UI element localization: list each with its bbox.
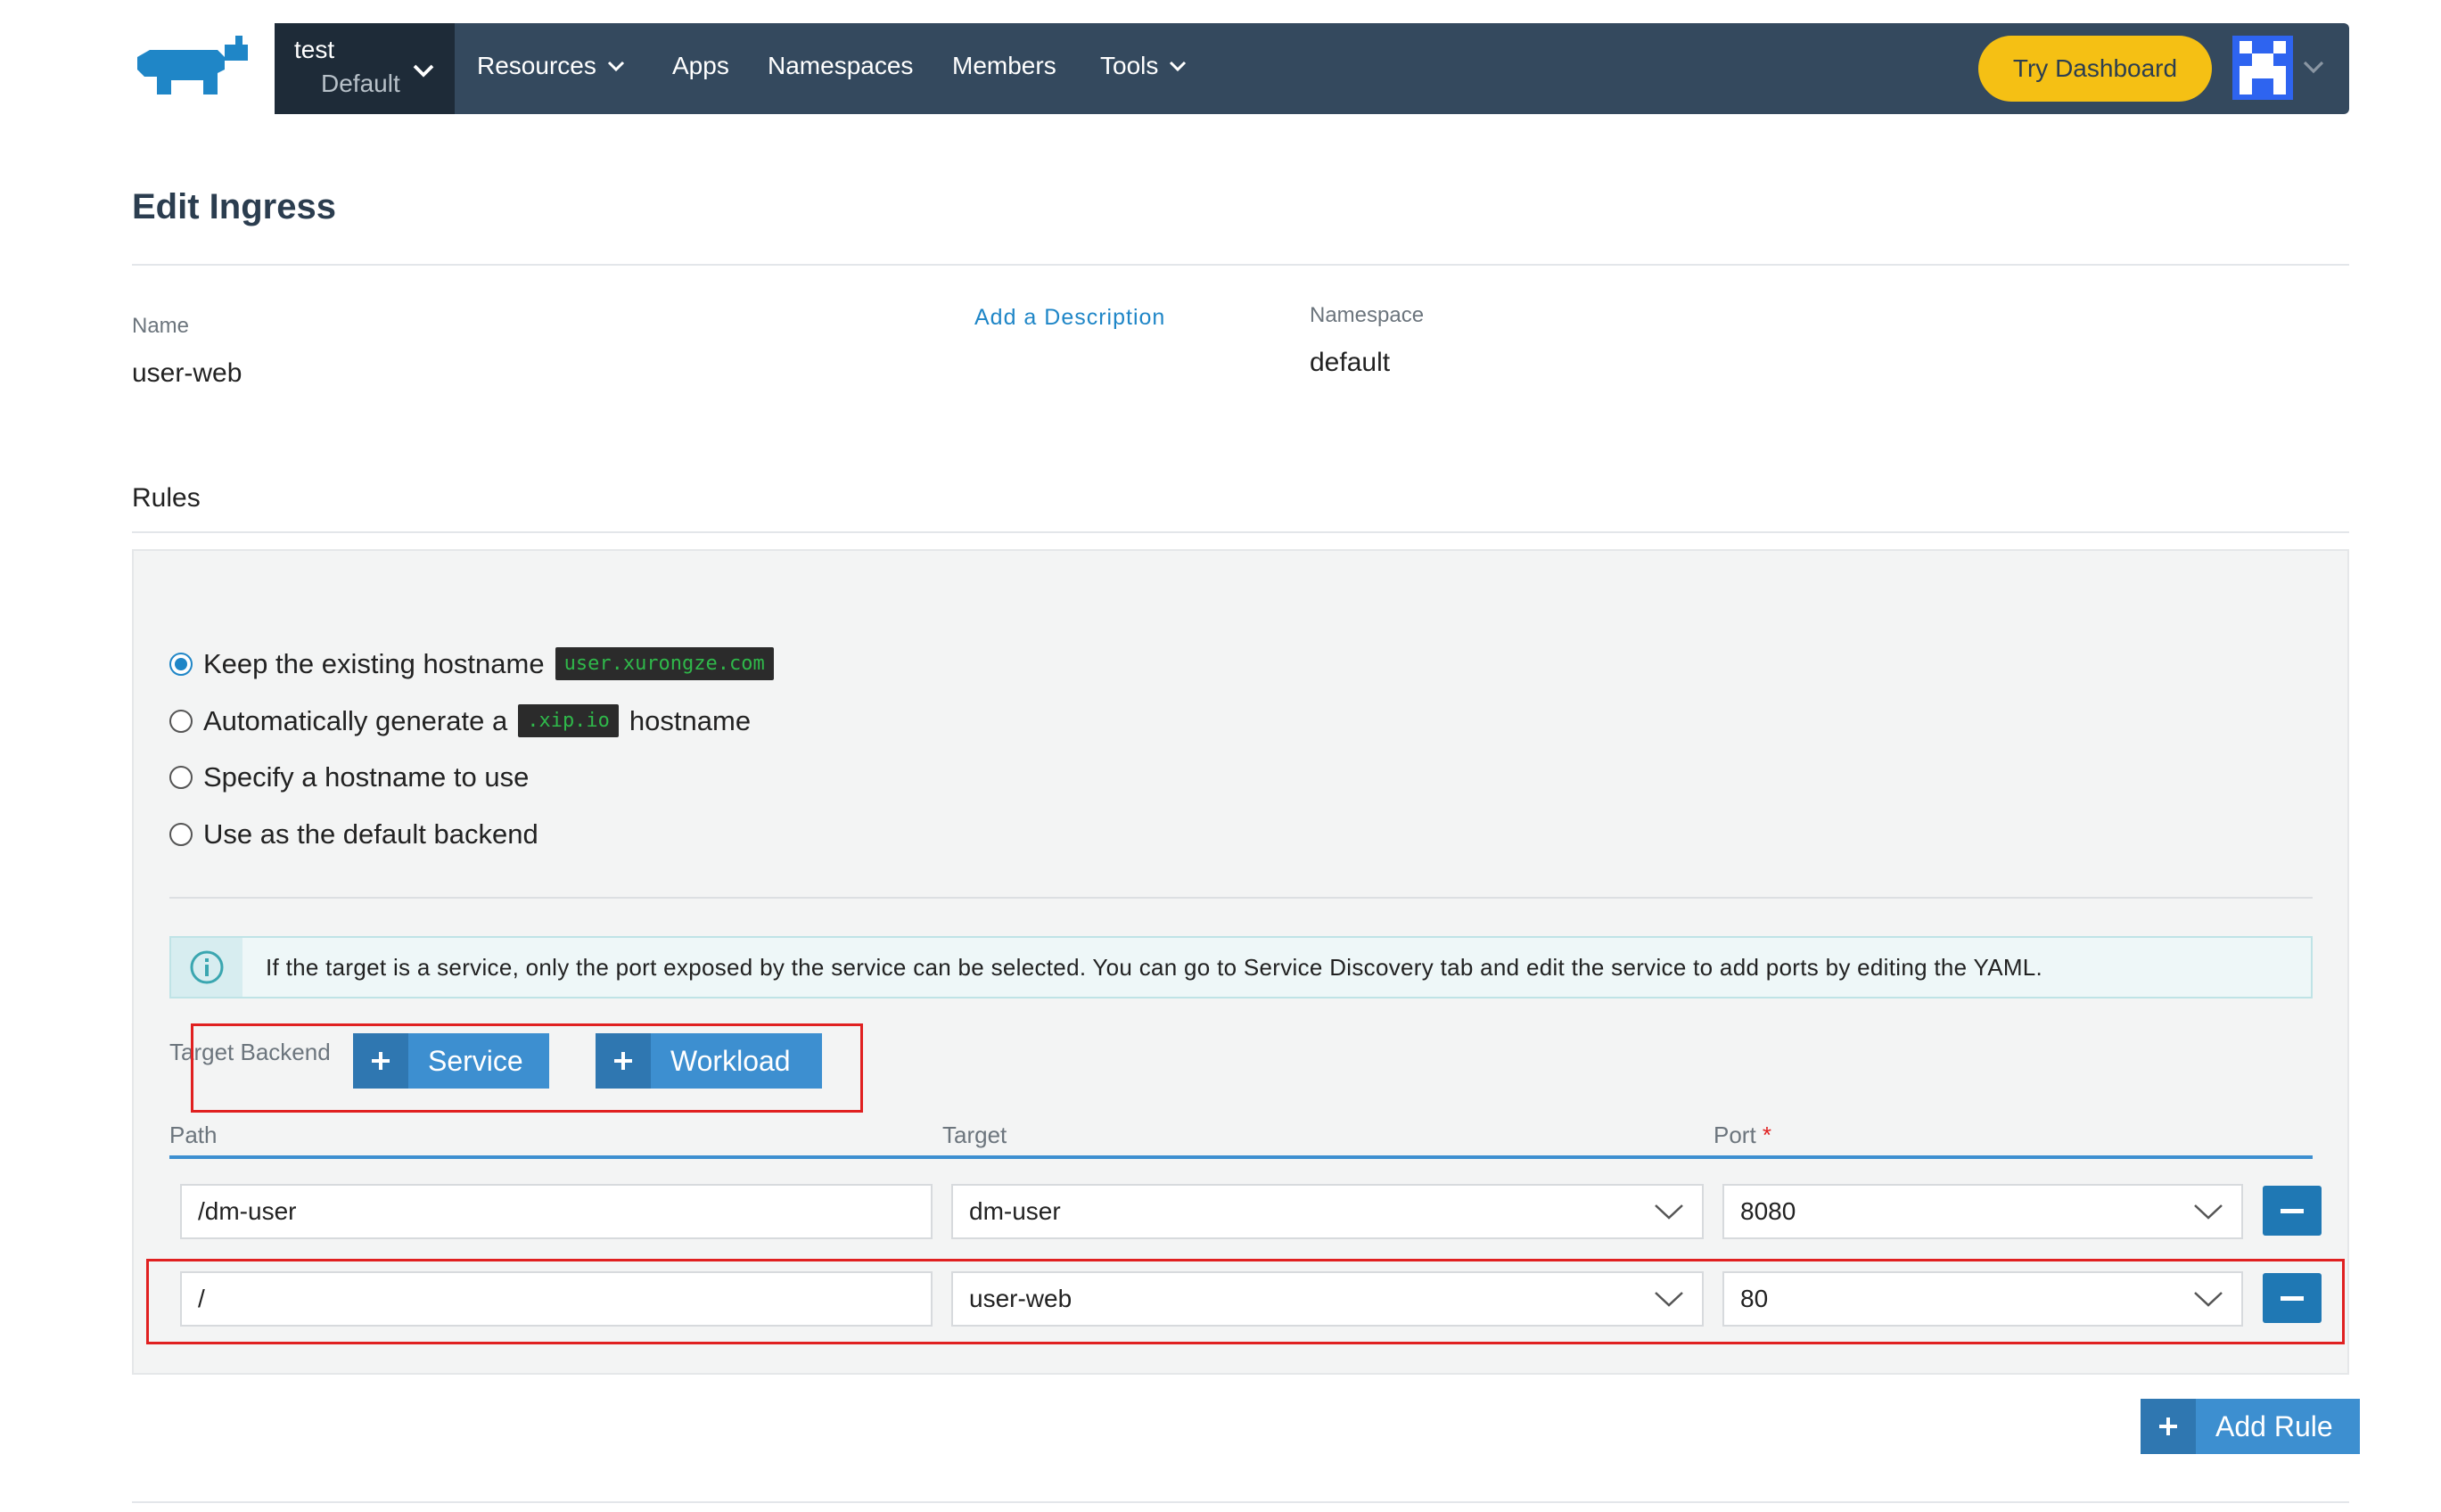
info-text: If the target is a service, only the por… [266, 953, 2043, 981]
nav-namespaces-label: Namespaces [768, 52, 914, 79]
name-value: user-web [132, 358, 242, 388]
nav-apps-label: Apps [672, 52, 729, 79]
chevron-down-icon[interactable] [2300, 53, 2327, 80]
plus-icon [2141, 1399, 2196, 1454]
highlight-box-target-backend [191, 1023, 863, 1113]
try-dashboard-button[interactable]: Try Dashboard [1978, 36, 2212, 102]
column-path: Path [169, 1122, 218, 1148]
divider [169, 897, 2313, 899]
nav-members[interactable]: Members [952, 52, 1056, 80]
project-name: Default [321, 70, 400, 97]
chevron-down-icon [2194, 1204, 2223, 1220]
target-select[interactable]: dm-user [951, 1184, 1704, 1239]
namespace-value: default [1310, 348, 1391, 377]
rancher-logo [137, 36, 248, 94]
auto-hostname-label: Automatically generate a [203, 704, 508, 736]
chevron-down-icon [1170, 61, 1187, 72]
nav-tools[interactable]: Tools [1100, 52, 1188, 80]
default-backend-label: Use as the default backend [203, 818, 538, 850]
radio-auto-hostname[interactable] [169, 709, 193, 733]
existing-hostname-code: user.xurongze.com [555, 647, 774, 680]
nav-namespaces[interactable]: Namespaces [768, 52, 913, 80]
port-select-value: 8080 [1740, 1197, 1796, 1225]
radio-keep-hostname[interactable] [169, 652, 193, 676]
column-port-label: Port [1714, 1122, 1756, 1148]
nav-members-label: Members [952, 52, 1056, 79]
auto-hostname-suffix: hostname [629, 704, 752, 736]
port-select[interactable]: 8080 [1722, 1184, 2243, 1239]
cluster-name: test [294, 36, 335, 63]
page-title: Edit Ingress [132, 187, 336, 226]
radio-specify-hostname[interactable] [169, 766, 193, 789]
chevron-down-icon [1655, 1204, 1683, 1220]
hostname-option-specify[interactable]: Specify a hostname to use [169, 761, 529, 793]
add-description-link[interactable]: Add a Description [974, 305, 1165, 331]
table-header-underline [169, 1155, 2313, 1159]
remove-row-button[interactable] [2263, 1186, 2322, 1236]
column-target: Target [942, 1122, 1007, 1148]
column-port: Port * [1714, 1122, 1771, 1149]
nav-apps[interactable]: Apps [672, 52, 729, 80]
divider [132, 531, 2349, 533]
info-banner: If the target is a service, only the por… [169, 936, 2313, 998]
chevron-down-icon [607, 61, 624, 72]
specify-hostname-label: Specify a hostname to use [203, 761, 530, 793]
rules-title: Rules [132, 483, 201, 513]
xip-io-code: .xip.io [518, 704, 619, 737]
info-icon [171, 938, 242, 997]
name-label: Name [132, 314, 190, 338]
nav-resources[interactable]: Resources [477, 52, 627, 80]
hostname-option-keep[interactable]: Keep the existing hostname user.xurongze… [169, 647, 774, 680]
keep-hostname-label: Keep the existing hostname [203, 647, 545, 679]
chevron-down-icon [413, 64, 434, 78]
namespace-label: Namespace [1310, 303, 1425, 327]
hostname-option-default-backend[interactable]: Use as the default backend [169, 818, 538, 850]
radio-default-backend[interactable] [169, 823, 193, 846]
target-select-value: dm-user [969, 1197, 1061, 1225]
avatar[interactable] [2232, 36, 2293, 100]
add-rule-button[interactable]: Add Rule [2141, 1399, 2360, 1454]
divider [132, 1501, 2349, 1503]
nav-resources-label: Resources [477, 52, 596, 79]
highlight-box-row [146, 1259, 2345, 1344]
path-input[interactable]: /dm-user [180, 1184, 933, 1239]
nav-tools-label: Tools [1100, 52, 1159, 79]
required-marker: * [1762, 1122, 1772, 1148]
hostname-option-auto[interactable]: Automatically generate a .xip.io hostnam… [169, 704, 751, 737]
add-rule-label: Add Rule [2215, 1409, 2333, 1442]
divider [132, 264, 2349, 266]
cluster-project-switcher[interactable]: test Default [275, 23, 455, 114]
